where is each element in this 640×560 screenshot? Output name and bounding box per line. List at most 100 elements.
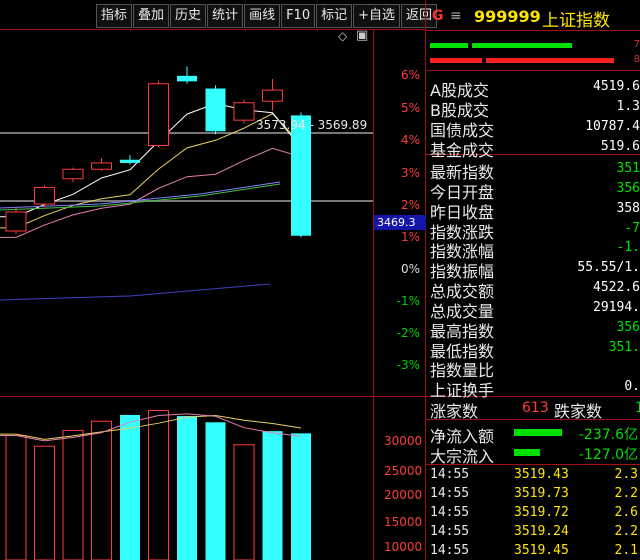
volume-tick-label: 15000 (384, 515, 423, 529)
candle-body-down (205, 88, 226, 132)
index-header: G ≡ 999999 上证指数 (428, 4, 640, 31)
stat-value: 55.55/1. (577, 260, 640, 275)
index-code: 999999 (474, 7, 541, 26)
f10-button[interactable]: F10 (281, 4, 316, 28)
stat-value: 356 (616, 320, 640, 335)
volume-tick-label: 10000 (384, 540, 423, 554)
pct-tick-label: -1% (396, 294, 420, 308)
volume-tick-label: 25000 (384, 464, 423, 478)
advance-label: 涨家数 (430, 402, 479, 421)
stat-row: B股成交 1.3 (430, 97, 640, 120)
stat-value: 4519.6 (593, 79, 640, 94)
mark-button[interactable]: 标记 (316, 4, 353, 28)
volume-bar-down (262, 431, 283, 560)
tick-vol: 2.2 (614, 524, 638, 539)
statistics-button[interactable]: 统计 (207, 4, 244, 28)
g-logo: G (432, 8, 444, 24)
pct-tick-label: 0% (400, 262, 420, 276)
candle-body-down (120, 159, 140, 163)
stat-value: 356 (616, 181, 640, 196)
pct-tick-label: -2% (396, 326, 420, 340)
chart-toolbar: 指标 叠加 历史 统计 画线 F10 标记 +自选 返回 (96, 4, 438, 28)
pct-tick-label: 1% (400, 230, 420, 244)
candle-body-up (91, 162, 112, 170)
ma-blue-line (0, 283, 271, 301)
volume-bar-down (177, 416, 197, 560)
stat-label: 基金成交 (430, 141, 495, 160)
stat-row: 指数量比 (430, 357, 640, 380)
stat-value: -1. (616, 240, 640, 255)
candle-body-up (34, 186, 55, 205)
stat-row: 上证换手 0. (430, 377, 640, 400)
candle-body-down (177, 75, 197, 82)
volume-bar-down (205, 422, 226, 560)
decline-count: 1 (635, 400, 640, 416)
stat-value: 1.3 (616, 99, 640, 114)
volume-tick-label: 20000 (384, 488, 423, 502)
candle-body-up (62, 168, 84, 180)
volume-bar-up (233, 444, 255, 560)
advance-count: 613 (522, 400, 549, 416)
flow-row: 净流入额 -237.6亿 (430, 423, 640, 446)
stat-row: 最高指数 356 (430, 318, 640, 341)
add-watchlist-button[interactable]: +自选 (353, 4, 401, 28)
menu-icon[interactable]: ≡ (450, 8, 462, 24)
stat-row: 最新指数 351 (430, 159, 640, 182)
stat-row: 指数涨跌 -7 (430, 219, 640, 242)
candle-body-up (148, 83, 169, 146)
buy-strength-bar: 7 (430, 39, 640, 50)
tick-vol: 2.6 (614, 505, 638, 520)
current-price-marker: 3469.3 (374, 215, 426, 230)
tick-price: 3519.72 (514, 505, 569, 520)
stat-row: 指数振幅 55.55/1. (430, 258, 640, 281)
tick-time: 14:55 (430, 486, 470, 501)
stat-value: 4522.6 (593, 280, 640, 295)
stat-value: 0. (624, 379, 640, 394)
flow-label: 大宗流入 (430, 447, 495, 466)
history-button[interactable]: 历史 (170, 4, 207, 28)
candle-body-down (291, 115, 311, 236)
sell-count: 8 (633, 54, 640, 65)
tick-price: 3519.24 (514, 524, 569, 539)
candle-body-up (262, 89, 283, 102)
stat-row: 最低指数 351. (430, 338, 640, 361)
volume-bar-up (91, 420, 112, 560)
tick-row: 14:55 3519.45 2.1 (430, 543, 640, 560)
tick-time: 14:55 (430, 543, 470, 558)
tick-row: 14:55 3519.72 2.6 (430, 505, 640, 523)
tick-row: 14:55 3519.24 2.2 (430, 524, 640, 542)
pct-tick-label: 4% (400, 133, 420, 147)
kline-chart[interactable] (0, 30, 373, 560)
decline-label: 跌家数 (554, 402, 603, 421)
stat-row: 基金成交 519.6 (430, 137, 640, 160)
stat-row: 总成交量 29194. (430, 298, 640, 321)
stat-row: 昨日收盘 358 (430, 199, 640, 222)
stat-value: -7 (624, 221, 640, 236)
flow-bar (514, 429, 562, 436)
tick-price: 3519.45 (514, 543, 569, 558)
volume-bar-up (148, 410, 169, 560)
volume-bar-up (62, 429, 84, 560)
pct-tick-label: 6% (400, 68, 420, 82)
right-bars-divider (426, 70, 640, 71)
stat-value: 351 (616, 161, 640, 176)
tick-time: 14:55 (430, 524, 470, 539)
indicator-button[interactable]: 指标 (96, 4, 133, 28)
tick-row: 14:55 3519.43 2.3 (430, 467, 640, 485)
overlay-button[interactable]: 叠加 (133, 4, 170, 28)
flow-row: 大宗流入 -127.0亿 (430, 443, 640, 466)
stat-value: 10787.4 (585, 119, 640, 134)
sell-strength-bar: 8 (430, 54, 640, 65)
stat-row: 今日开盘 356 (430, 179, 640, 202)
buy-count: 7 (633, 39, 640, 50)
stat-row: A股成交 4519.6 (430, 77, 640, 100)
draw-line-button[interactable]: 画线 (244, 4, 281, 28)
volume-bar-down (291, 433, 311, 560)
volume-bar-down (120, 414, 140, 560)
tick-time: 14:55 (430, 467, 470, 482)
volume-tick-label: 30000 (384, 434, 423, 448)
tick-price: 3519.73 (514, 486, 569, 501)
pct-tick-label: -3% (396, 358, 420, 372)
tick-time: 14:55 (430, 505, 470, 520)
volume-bar-up (5, 435, 27, 560)
